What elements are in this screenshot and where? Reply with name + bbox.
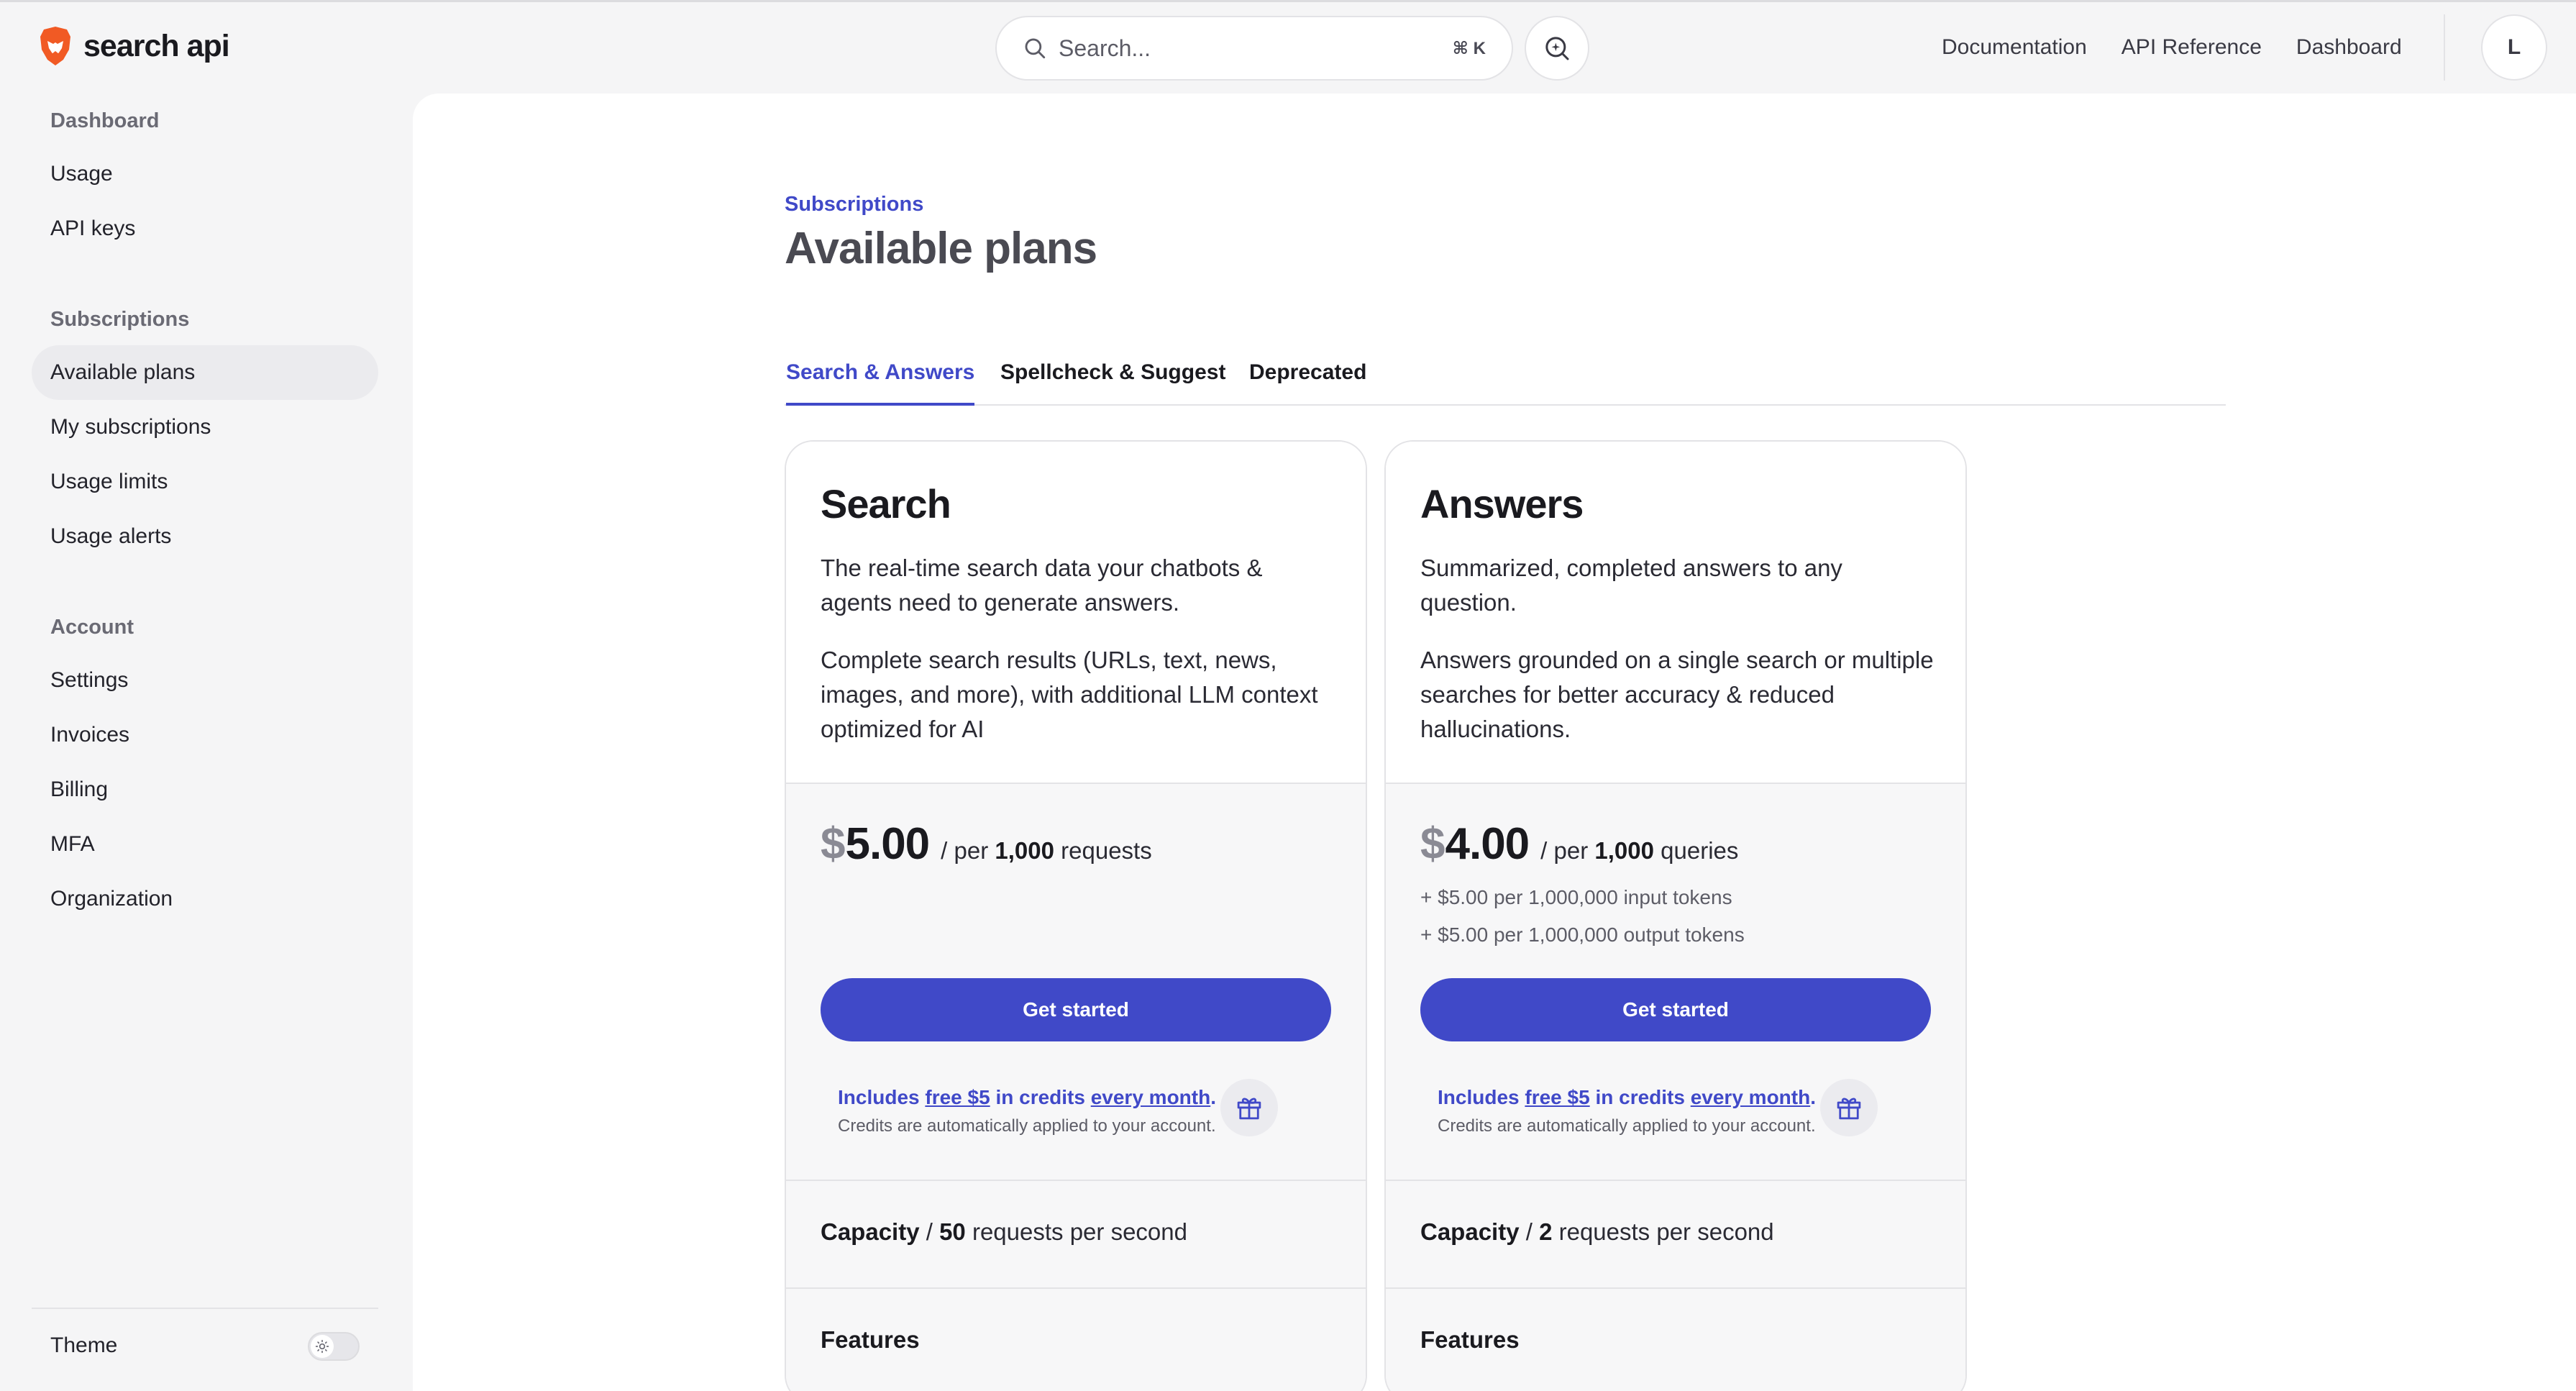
plan-features: Features — [1386, 1289, 1965, 1391]
input-token-price: + $5.00 per 1,000,000 input tokens — [1420, 886, 1732, 908]
brand-logo[interactable]: search api — [37, 24, 230, 68]
avatar[interactable]: L — [2481, 14, 2547, 81]
tab-spellcheck-suggest[interactable]: Spellcheck & Suggest — [1000, 357, 1225, 406]
features-heading: Features — [821, 1326, 920, 1353]
plan-card-answers: Answers Summarized, completed answers to… — [1384, 440, 1967, 1391]
capacity-text: Capacity / 50 requests per second — [821, 1218, 1187, 1245]
credits-text: Includes free $5 in credits every month. — [1438, 1086, 1816, 1108]
plan-card-header: Search The real-time search data your ch… — [786, 442, 1366, 784]
breadcrumb[interactable]: Subscriptions — [785, 193, 923, 216]
search-box[interactable]: ⌘ K — [995, 16, 1513, 81]
get-started-button[interactable]: Get started — [1420, 978, 1931, 1041]
price-amount: 4.00 — [1445, 819, 1530, 869]
sidebar-item-api-keys[interactable]: API keys — [32, 201, 378, 256]
price-currency: $ — [821, 819, 846, 869]
plan-pricing: $ 5.00 / per 1,000 requests Get started … — [786, 784, 1366, 1181]
sidebar-item-billing[interactable]: Billing — [32, 762, 378, 817]
search-icon — [1025, 38, 1046, 59]
credits-info: Includes free $5 in credits every month.… — [838, 1086, 1269, 1136]
nav-api-reference[interactable]: API Reference — [2121, 35, 2262, 60]
nav-dashboard[interactable]: Dashboard — [2296, 35, 2402, 60]
ai-assistant-button[interactable] — [1525, 16, 1589, 81]
search-input[interactable] — [1059, 35, 1453, 62]
theme-label: Theme — [50, 1333, 118, 1357]
every-month-link[interactable]: every month — [1091, 1086, 1211, 1108]
plan-card-search: Search The real-time search data your ch… — [785, 440, 1367, 1391]
credits-info: Includes free $5 in credits every month.… — [1438, 1086, 1869, 1136]
plan-tabs: Search & Answers Spellcheck & Suggest De… — [785, 357, 2226, 406]
plan-title: Answers — [1420, 481, 1584, 526]
price-amount: 5.00 — [845, 819, 930, 869]
sidebar-heading-subscriptions: Subscriptions — [50, 308, 190, 331]
plan-description: Summarized, completed answers to any que… — [1420, 555, 1842, 616]
sidebar-item-available-plans[interactable]: Available plans — [32, 345, 378, 400]
theme-toggle[interactable] — [308, 1332, 360, 1361]
gift-icon — [1837, 1098, 1861, 1120]
output-token-price: + $5.00 per 1,000,000 output tokens — [1420, 923, 1745, 946]
plan-description: The real-time search data your chatbots … — [821, 555, 1263, 616]
sidebar-item-settings[interactable]: Settings — [32, 653, 378, 708]
free-credits-link[interactable]: free $5 — [1525, 1086, 1589, 1108]
gift-badge — [1220, 1079, 1278, 1136]
toggle-knob — [311, 1335, 334, 1358]
free-credits-link[interactable]: free $5 — [925, 1086, 990, 1108]
plan-features: Features — [786, 1289, 1366, 1391]
credits-note: Credits are automatically applied to you… — [838, 1116, 1216, 1136]
plan-price: $ 4.00 / per 1,000 queries — [1420, 818, 1738, 870]
logo-text: search api — [83, 28, 230, 63]
sidebar-heading-dashboard[interactable]: Dashboard — [50, 109, 159, 133]
sidebar-divider — [32, 1308, 378, 1309]
lion-logo-icon — [40, 27, 70, 65]
sidebar-item-usage-limits[interactable]: Usage limits — [32, 455, 378, 509]
sparkle-search-icon — [1545, 37, 1569, 60]
sun-icon — [315, 1339, 329, 1354]
sidebar-item-my-subscriptions[interactable]: My subscriptions — [32, 400, 378, 455]
features-heading: Features — [1420, 1326, 1520, 1353]
plan-card-header: Answers Summarized, completed answers to… — [1386, 442, 1965, 784]
price-currency: $ — [1420, 819, 1445, 869]
plan-details: Answers grounded on a single search or m… — [1420, 647, 1934, 742]
credits-text: Includes free $5 in credits every month. — [838, 1086, 1216, 1108]
nav-documentation[interactable]: Documentation — [1942, 35, 2087, 60]
sidebar-item-usage-alerts[interactable]: Usage alerts — [32, 509, 378, 564]
price-unit: / per 1,000 queries — [1540, 837, 1739, 864]
get-started-button[interactable]: Get started — [821, 978, 1331, 1041]
sidebar-item-invoices[interactable]: Invoices — [32, 708, 378, 762]
header-divider — [2444, 14, 2445, 81]
tab-deprecated[interactable]: Deprecated — [1249, 357, 1366, 406]
tab-search-answers[interactable]: Search & Answers — [786, 357, 975, 406]
gift-icon — [1237, 1098, 1261, 1120]
sidebar-item-mfa[interactable]: MFA — [32, 817, 378, 872]
plan-capacity: Capacity / 50 requests per second — [786, 1181, 1366, 1289]
capacity-text: Capacity / 2 requests per second — [1420, 1218, 1774, 1245]
sidebar-item-usage[interactable]: Usage — [32, 147, 378, 201]
plan-price: $ 5.00 / per 1,000 requests — [821, 818, 1152, 870]
credits-note: Credits are automatically applied to you… — [1438, 1116, 1816, 1136]
sidebar-heading-account: Account — [50, 616, 134, 639]
plan-title: Search — [821, 481, 951, 526]
price-unit: / per 1,000 requests — [941, 837, 1152, 864]
plan-pricing: $ 4.00 / per 1,000 queries + $5.00 per 1… — [1386, 784, 1965, 1181]
search-shortcut: ⌘ K — [1452, 38, 1486, 58]
window-top-border — [0, 0, 2576, 2]
every-month-link[interactable]: every month — [1691, 1086, 1811, 1108]
plan-details: Complete search results (URLs, text, new… — [821, 647, 1318, 742]
page-title: Available plans — [785, 224, 1097, 273]
sidebar-item-organization[interactable]: Organization — [32, 872, 378, 926]
top-nav: Documentation API Reference Dashboard — [1942, 32, 2402, 63]
gift-badge — [1820, 1079, 1878, 1136]
plan-capacity: Capacity / 2 requests per second — [1386, 1181, 1965, 1289]
